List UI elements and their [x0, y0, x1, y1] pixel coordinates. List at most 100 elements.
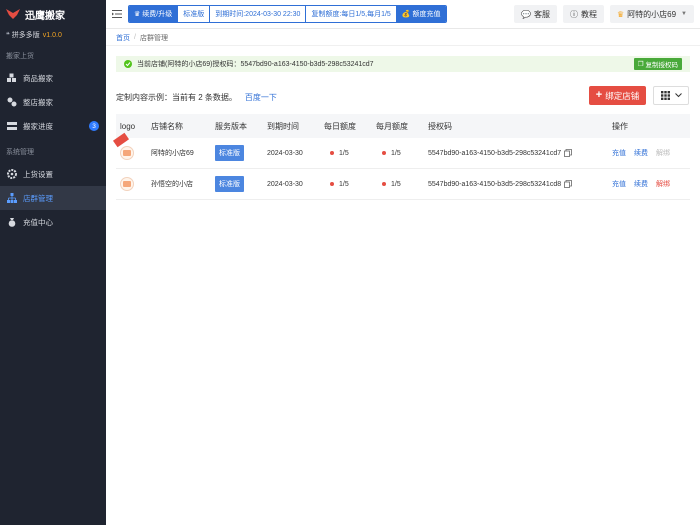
copy-icon[interactable]: [564, 180, 573, 188]
status-dot: [382, 182, 386, 186]
store-table: logo 店铺名称 服务版本 到期时间 每日额度 每月额度 授权码 操作 阿特的…: [112, 114, 690, 200]
crown-icon: ♛: [134, 11, 141, 18]
shop-switcher[interactable]: ♛ 阿特的小店69 ▼: [609, 5, 694, 23]
sidebar-item-store-group[interactable]: 店群管理: [0, 186, 106, 210]
col-version: 服务版本: [215, 121, 247, 131]
section-label-system: 系统管理: [6, 149, 34, 156]
code-cell: 5547bd90-a163-4150-b3d5-298c53241cd7: [424, 149, 608, 157]
sidebar-item-product-move[interactable]: 商品搬家: [0, 66, 106, 90]
col-monthly: 每月额度: [376, 121, 408, 131]
breadcrumb-home-link[interactable]: 首页: [116, 33, 130, 43]
copy-icon[interactable]: [564, 149, 573, 157]
eagle-logo-icon: [6, 9, 20, 19]
status-dot: [330, 182, 334, 186]
sidebar-item-progress[interactable]: 搬家进度 3: [0, 114, 106, 138]
version-tag: 标准版: [215, 145, 244, 161]
breadcrumb-separator: /: [134, 34, 136, 41]
bind-store-button[interactable]: + 绑定店铺: [589, 86, 646, 105]
shop-logo-icon: [123, 181, 131, 187]
status-dot: [382, 151, 386, 155]
menu-collapse-icon[interactable]: [112, 9, 122, 19]
daily-cell: 1/5: [320, 150, 372, 157]
col-daily: 每日额度: [324, 121, 356, 131]
col-ops: 操作: [612, 121, 628, 131]
topbar-actions: 💬 客服 ⓘ 教程 ♛ 阿特的小店69 ▼: [514, 5, 694, 23]
sidebar-item-upload-settings[interactable]: 上货设置: [0, 162, 106, 186]
current-shop-name: 阿特的小店69: [627, 9, 677, 19]
monthly-cell: 1/5: [372, 150, 424, 157]
code-cell: 5547bd90-a163-4150-b3d5-298c53241cd8: [424, 180, 608, 188]
col-name: 店铺名称: [151, 121, 183, 131]
sidebar-item-label: 上货设置: [23, 169, 53, 179]
renew-label: 续费/升级: [142, 11, 173, 18]
expire-date: 2024-03-30: [267, 149, 303, 157]
sidebar-item-store-move[interactable]: 整店搬家: [0, 90, 106, 114]
table-row: 孙悟空的小店 标准版 2024-03-30 1/5 1/5 5547bd90-a…: [116, 169, 690, 200]
renew-upgrade-button[interactable]: ♛ 续费/升级: [129, 6, 179, 22]
version-tag: 标准版: [215, 176, 244, 192]
renew-link[interactable]: 续费: [634, 179, 648, 189]
gear-icon: [7, 169, 17, 179]
shop-logo: [120, 146, 134, 160]
daily-quota: 1/5: [339, 149, 349, 157]
chat-icon: 💬: [521, 9, 531, 19]
sidebar-item-label: 整店搬家: [23, 97, 53, 107]
store-icon: [7, 97, 17, 107]
quota-recharge-button[interactable]: 💰 额度充值: [396, 6, 446, 22]
main-content: 首页 / 店群管理 当前店铺(阿特的小店69)授权码：5547bd90-a163…: [106, 30, 700, 525]
unbind-link-disabled: 解绑: [656, 150, 670, 157]
recharge-link[interactable]: 充值: [612, 179, 626, 189]
plus-icon: +: [595, 89, 603, 101]
column-settings-button[interactable]: [653, 86, 689, 105]
table-row: 阿特的小店69 标准版 2024-03-30 1/5 1/5 5547bd90-…: [112, 132, 690, 169]
plan-badge: 标准版: [178, 6, 211, 22]
expire-time: 到期时间:2024-03-30 22:30: [210, 6, 307, 22]
unbind-link[interactable]: 解绑: [656, 179, 670, 189]
sidebar-item-recharge[interactable]: 充值中心: [0, 210, 106, 234]
shop-crown-icon: ♛: [616, 9, 625, 19]
money-bag-icon: 💰: [401, 11, 411, 18]
baidu-link[interactable]: 百度一下: [245, 92, 277, 103]
section-label-moving: 搬家上货: [6, 53, 34, 60]
brand: 迅鹰搬家: [0, 0, 106, 28]
col-expire: 到期时间: [267, 121, 299, 131]
money-bag-icon: [7, 217, 17, 227]
shop-logo: [120, 177, 134, 191]
recharge-link[interactable]: 充值: [612, 148, 626, 158]
org-icon: [7, 193, 17, 203]
progress-icon: [7, 121, 17, 131]
renew-link[interactable]: 续费: [634, 148, 648, 158]
version-cell: 标准版: [211, 176, 263, 192]
auth-code: 5547bd90-a163-4150-b3d5-298c53241cd7: [428, 149, 562, 157]
col-code: 授权码: [428, 121, 452, 131]
brand-name: 迅鹰搬家: [25, 10, 65, 22]
daily-cell: 1/5: [320, 181, 372, 188]
auth-code-alert: 当前店铺(阿特的小店69)授权码：5547bd90-a163-4150-b3d5…: [116, 56, 690, 72]
tutorial-button[interactable]: ⓘ 教程: [562, 5, 604, 23]
copy-auth-code-button[interactable]: ❐ 复制授权码: [633, 58, 682, 70]
sidebar-item-label: 商品搬家: [23, 73, 53, 83]
help-circle-icon: ⓘ: [569, 9, 578, 19]
chevron-down-icon: ▼: [681, 11, 687, 17]
customer-service-button[interactable]: 💬 客服: [514, 5, 557, 23]
service-label: 客服: [533, 9, 550, 19]
summary: 定制内容示例：当前有 2 条数据。 百度一下: [116, 92, 277, 103]
sidebar-item-label: 搬家进度: [23, 121, 53, 131]
daily-quota: 1/5: [339, 180, 349, 188]
monthly-cell: 1/5: [372, 181, 424, 188]
sidebar-item-label: 店群管理: [23, 193, 53, 203]
ops-cell: 充值 续费 解绑: [608, 179, 690, 189]
monthly-quota: 1/5: [391, 180, 401, 188]
ops-cell: 充值 续费 解绑: [608, 148, 690, 158]
sidebar: 迅鹰搬家 ❝ 拼多多版 v1.0.0 搬家上货 商品搬家 整店搬家 搬家进度 3…: [0, 0, 106, 525]
platform-name: 拼多多版: [11, 32, 40, 39]
breadcrumb-current: 店群管理: [139, 34, 168, 42]
version-number: v1.0.0: [42, 31, 62, 39]
topbar: ♛ 续费/升级 标准版 到期时间:2024-03-30 22:30 复制额度:每…: [106, 0, 700, 29]
chevron-down-icon: [674, 93, 682, 98]
copy-quota: 复制额度:每日1/5,每月1/5: [306, 6, 397, 22]
auth-code: 5547bd90-a163-4150-b3d5-298c53241cd8: [428, 180, 562, 188]
platform-version: ❝ 拼多多版 v1.0.0: [0, 28, 106, 42]
store-name: 阿特的小店69: [151, 150, 194, 157]
copy-auth-label: 复制授权码: [645, 62, 679, 69]
